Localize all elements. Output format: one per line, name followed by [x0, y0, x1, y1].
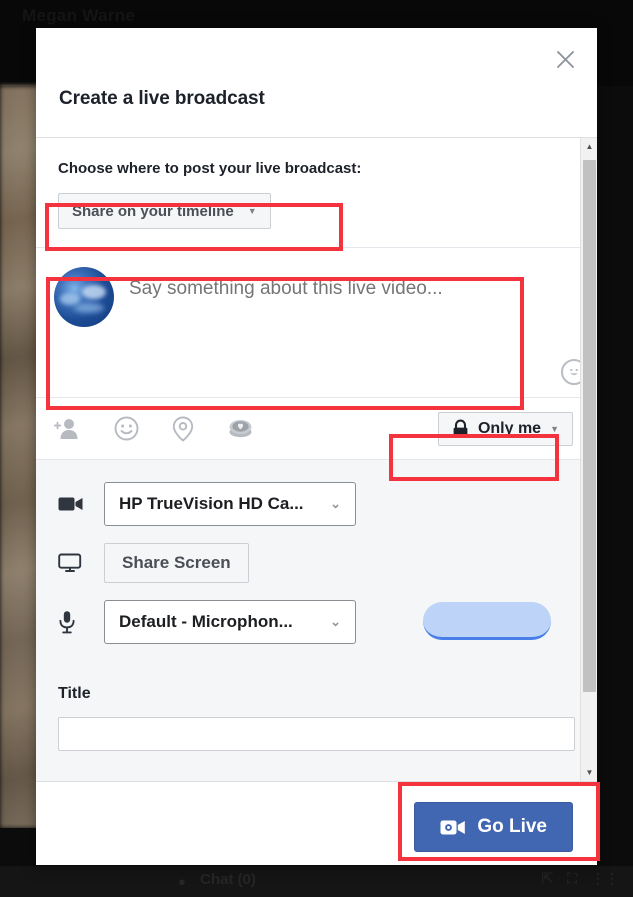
monitor-icon [58, 553, 104, 573]
background-chat-label: Chat (0) [200, 871, 256, 888]
close-icon[interactable] [550, 44, 580, 74]
dialog-scrollbar[interactable]: ▲ ▼ [580, 138, 597, 781]
post-destination-dropdown[interactable]: Share on your timeline ▼ [58, 193, 271, 229]
composer-toolbar: Only me ▼ [36, 398, 597, 460]
microphone-value: Default - Microphon... [119, 612, 293, 631]
dialog-footer: Go Live [36, 781, 597, 865]
screen-share-row: Share Screen [36, 543, 597, 583]
post-destination-section: Choose where to post your live broadcast… [36, 138, 597, 248]
chevron-down-icon: ⌄ [330, 496, 341, 511]
title-input[interactable] [58, 717, 575, 751]
microphone-icon [58, 610, 104, 634]
chevron-down-icon: ▼ [550, 423, 559, 434]
dialog-body: Choose where to post your live broadcast… [36, 138, 597, 781]
tag-people-icon[interactable] [54, 417, 81, 441]
create-live-broadcast-dialog: Create a live broadcast Choose where to … [36, 28, 597, 865]
privacy-selector[interactable]: Only me ▼ [437, 411, 573, 446]
device-settings-section: HP TrueVision HD Ca... ⌄ Share Screen De… [36, 460, 597, 671]
background-user-name: Megan Warne [22, 6, 136, 25]
page-title: Create a live broadcast [59, 88, 265, 109]
scrollbar-thumb[interactable] [583, 160, 596, 692]
donate-fundraiser-icon[interactable] [227, 416, 254, 441]
feeling-activity-icon[interactable] [114, 416, 139, 441]
scroll-down-icon[interactable]: ▼ [581, 764, 597, 781]
avatar [54, 267, 114, 327]
composer-input[interactable] [129, 278, 537, 300]
privacy-value: Only me [477, 419, 542, 437]
screen-root: Megan Warne ● Chat (0) ⇱ ⛶ ⋮⋮ Create a l… [0, 0, 633, 897]
more-icon: ⋮⋮ [591, 870, 619, 886]
post-destination-label: Choose where to post your live broadcast… [58, 160, 362, 177]
fullscreen-icon: ⛶ [567, 870, 577, 886]
title-section: Title [36, 671, 597, 751]
check-in-location-icon[interactable] [172, 416, 194, 442]
lock-icon [452, 419, 469, 439]
dialog-header: Create a live broadcast [36, 28, 597, 138]
title-label: Title [58, 685, 91, 702]
chevron-down-icon: ⌄ [330, 614, 341, 629]
camera-row: HP TrueVision HD Ca... ⌄ [36, 482, 597, 526]
video-camera-icon [58, 495, 104, 513]
go-live-button[interactable]: Go Live [414, 802, 573, 852]
share-icon: ⇱ [541, 870, 554, 886]
camera-select[interactable]: HP TrueVision HD Ca... ⌄ [104, 482, 356, 526]
camera-value: HP TrueVision HD Ca... [119, 494, 304, 513]
post-destination-value: Share on your timeline [72, 202, 234, 220]
chevron-down-icon: ▼ [247, 206, 257, 216]
video-camera-icon [440, 819, 466, 836]
chat-bubble-icon: ● [178, 874, 186, 889]
background-right-icons: ⇱ ⛶ ⋮⋮ [541, 870, 619, 887]
audio-level-meter [423, 602, 551, 640]
background-bottom-bar [0, 866, 633, 897]
composer-section [36, 248, 597, 398]
share-screen-button[interactable]: Share Screen [104, 543, 249, 583]
scroll-up-icon[interactable]: ▲ [581, 138, 597, 155]
microphone-select[interactable]: Default - Microphon... ⌄ [104, 600, 356, 644]
microphone-row: Default - Microphon... ⌄ [36, 600, 597, 644]
go-live-label: Go Live [477, 816, 547, 837]
